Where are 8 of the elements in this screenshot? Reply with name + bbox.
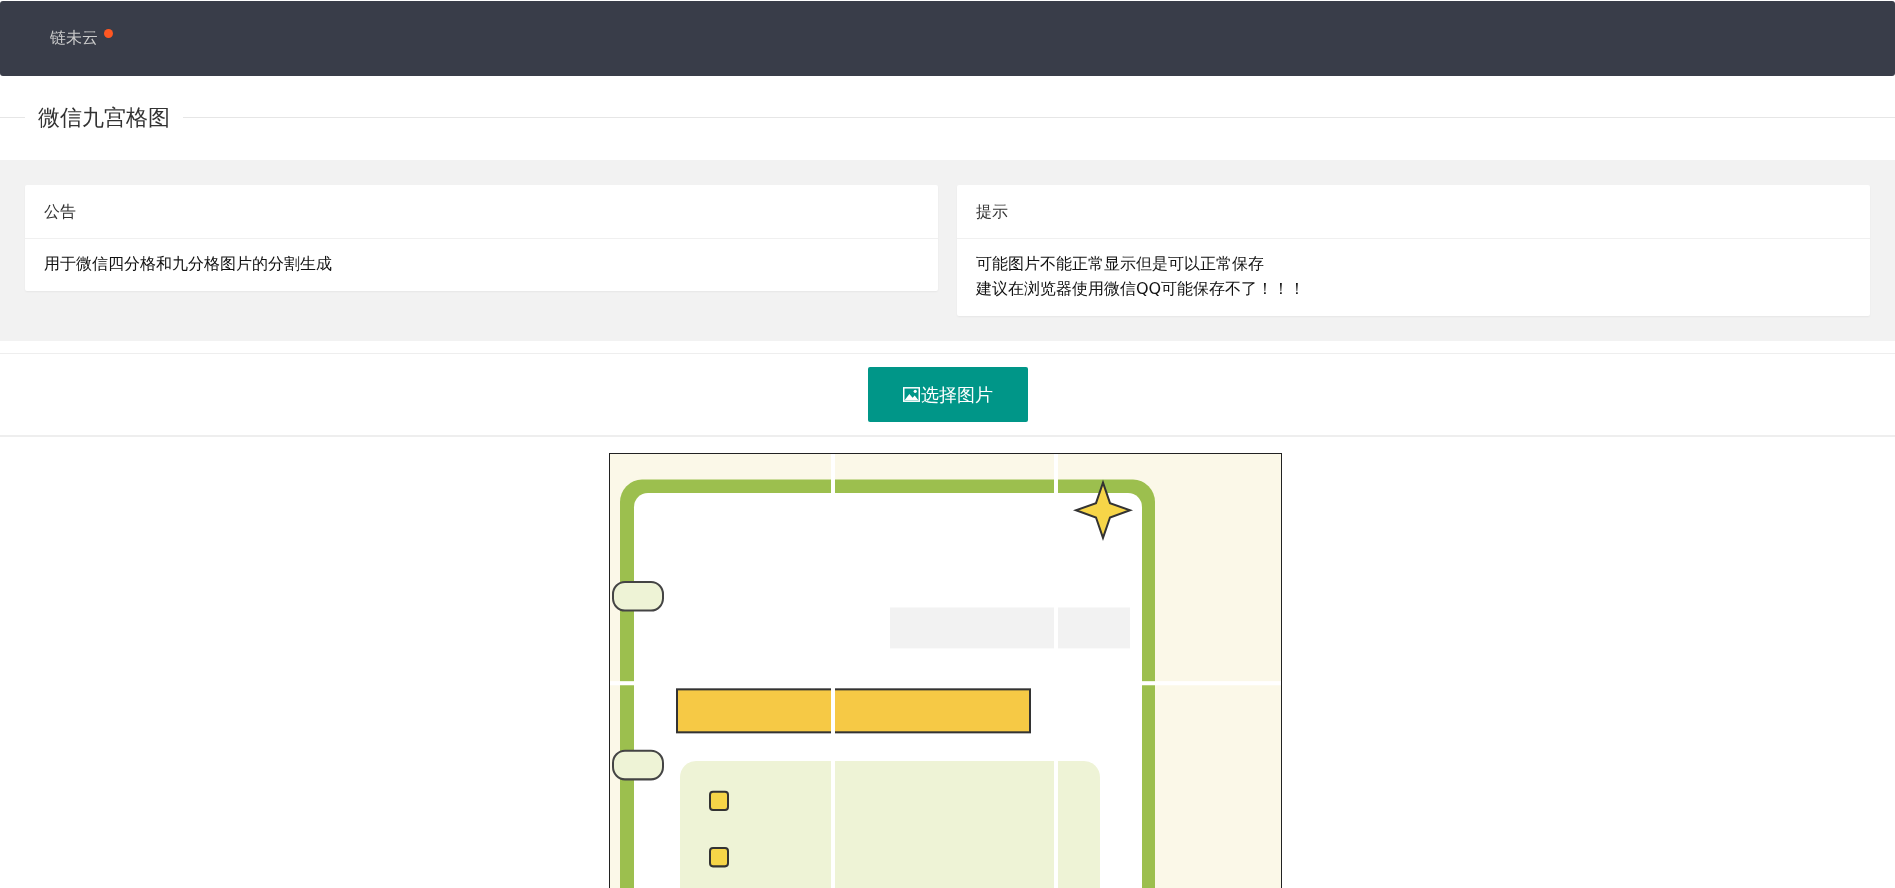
site-title[interactable]: 链未云 <box>50 28 98 49</box>
image-icon <box>902 387 920 402</box>
card-text: 建议在浏览器使用微信QQ可能保存不了！！！ <box>976 278 1307 300</box>
card-text: 用于微信四分格和九分格图片的分割生成 <box>44 253 333 275</box>
card-title: 公告 <box>25 185 938 239</box>
card-text: 可能图片不能正常显示但是可以正常保存 <box>976 253 1265 275</box>
select-image-button[interactable]: 选择图片 <box>867 367 1028 422</box>
card-title: 提示 <box>957 185 1870 239</box>
